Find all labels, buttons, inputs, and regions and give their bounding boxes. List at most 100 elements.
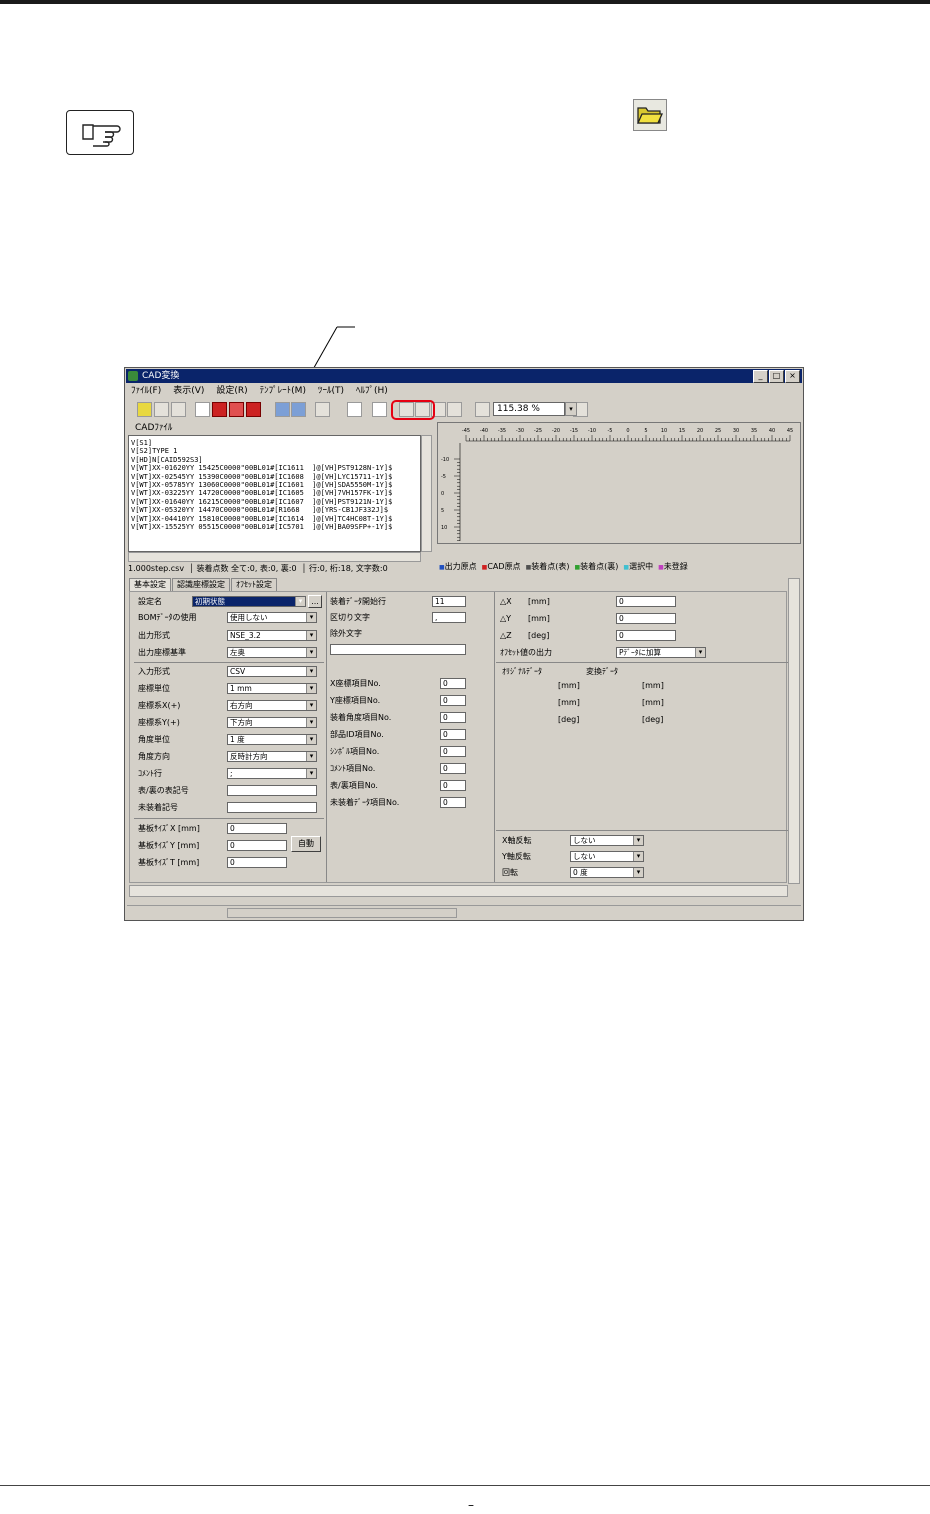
comment-item-input[interactable]: 0 (440, 763, 466, 774)
h-ruler-label: 10 (661, 428, 667, 434)
menu-help[interactable]: ﾍﾙﾌﾟ(H) (356, 384, 388, 398)
tab-basic[interactable]: 基本設定 (129, 578, 171, 591)
exclude-input[interactable] (330, 644, 466, 655)
open-icon[interactable] (137, 402, 152, 417)
auto-button[interactable]: 自動 (291, 836, 321, 852)
h-ruler-label: 20 (697, 428, 703, 434)
app-icon (128, 371, 138, 381)
cad-line: V[WT]XX-01640YY 16215C0000"00BL01#[IC160… (131, 497, 393, 506)
zoom-minus-icon[interactable] (475, 402, 490, 417)
angle-unit-select[interactable]: 1 度 (227, 734, 317, 745)
cad-status-line: 1.000step.csv │ 装着点数 全て:0, 表:0, 裏:0 │ 行:… (128, 564, 388, 573)
board-view-panel[interactable]: -45 -40 -35 -30 -25 -20 -15 -10 -5 0 5 10 15 20 25 30 35… (437, 422, 801, 544)
table-icon[interactable] (315, 402, 330, 417)
minimize-button[interactable]: _ (753, 370, 768, 383)
coord-unit-select[interactable]: 1 mm (227, 683, 317, 694)
menu-view[interactable]: 表示(V) (173, 384, 204, 398)
setting-name-select[interactable]: 初期状態 (192, 596, 306, 607)
legend-item: ■選択中 (623, 562, 654, 571)
start-line-label: 装着ﾃﾞｰﾀ開始行 (330, 597, 386, 606)
toolbar (127, 400, 801, 420)
fb-item-input[interactable]: 0 (440, 780, 466, 791)
angle-item-input[interactable]: 0 (440, 712, 466, 723)
part-id-input[interactable]: 0 (440, 729, 466, 740)
y-item-label: Y座標項目No. (330, 696, 381, 705)
pointer-icon[interactable] (347, 402, 362, 417)
v-ruler-label: -10 (441, 457, 449, 463)
symbol-item-input[interactable]: 0 (440, 746, 466, 757)
dx-unit: [mm] (528, 597, 550, 606)
setting-name-label: 設定名 (138, 597, 162, 606)
output-format-select[interactable]: NSE_3.2 (227, 630, 317, 641)
maximize-button[interactable]: □ (769, 370, 784, 383)
output-coord-select[interactable]: 左奥 (227, 647, 317, 658)
front-side-icon[interactable] (275, 402, 290, 417)
output-coord-label: 出力座標基準 (138, 648, 186, 657)
y-item-input[interactable]: 0 (440, 695, 466, 706)
menu-file[interactable]: ﾌｧｲﾙ(F) (131, 384, 161, 398)
save-icon[interactable] (154, 402, 169, 417)
cad-file-text[interactable]: V[S1] V[S2]TYPE 1 V[HD]N[CAID592S3] V[WT]XX… (128, 435, 421, 552)
red-view-icon[interactable] (212, 402, 227, 417)
tab-recognition[interactable]: 認識座標設定 (172, 578, 230, 591)
h-ruler-label: -10 (588, 428, 596, 434)
legend-item: ■装着点(表) (525, 562, 570, 571)
dy-input[interactable]: 0 (616, 613, 676, 624)
coord-y-select[interactable]: 下方向 (227, 717, 317, 728)
y-flip-select[interactable]: しない (570, 851, 644, 862)
board-view-icon[interactable] (246, 402, 261, 417)
h-ruler-label: 40 (769, 428, 775, 434)
form-horizontal-scrollbar[interactable] (129, 885, 788, 897)
bottom-rule (0, 1485, 930, 1486)
legend-item: ■装着点(裏) (574, 562, 619, 571)
bom-select[interactable]: 使用しない (227, 612, 317, 623)
split-view-icon[interactable] (229, 402, 244, 417)
unmounted-item-input[interactable]: 0 (440, 797, 466, 808)
offset-output-select[interactable]: Pﾃﾞｰﾀに加算 (616, 647, 706, 658)
hand-icon[interactable] (372, 402, 387, 417)
angle-item-label: 装着角度項目No. (330, 713, 392, 722)
cad-line: V[WT]XX-04410YY 15810C0000"00BL01#[IC161… (131, 514, 393, 523)
board-x-input[interactable]: 0 (227, 823, 287, 834)
v-ruler-label: -5 (441, 474, 446, 480)
browse-button[interactable]: ... (308, 595, 322, 608)
orig-unit-3: [deg] (558, 715, 580, 724)
back-side-icon[interactable] (291, 402, 306, 417)
dz-input[interactable]: 0 (616, 630, 676, 641)
angle-dir-select[interactable]: 反時計方向 (227, 751, 317, 762)
cad-vertical-scrollbar[interactable] (421, 435, 432, 552)
print-icon[interactable] (171, 402, 186, 417)
menu-template[interactable]: ﾃﾝﾌﾟﾚｰﾄ(M) (260, 384, 306, 398)
menu-settings[interactable]: 設定(R) (216, 384, 247, 398)
status-position: 行:0, 桁:18, 文字数:0 (309, 564, 388, 573)
menu-bar: ﾌｧｲﾙ(F) 表示(V) 設定(R) ﾃﾝﾌﾟﾚｰﾄ(M) ﾂｰﾙ(T) ﾍﾙ… (127, 384, 801, 398)
dx-input[interactable]: 0 (616, 596, 676, 607)
start-line-input[interactable]: 11 (432, 596, 466, 607)
new-page-icon[interactable] (195, 402, 210, 417)
zoom-input[interactable]: 115.38 % (493, 402, 565, 416)
unmounted-input[interactable] (227, 802, 317, 813)
cad-line: V[S2]TYPE 1 (131, 447, 178, 456)
tab-offset[interactable]: ｵﾌｾｯﾄ設定 (231, 578, 277, 591)
input-format-select[interactable]: CSV (227, 666, 317, 677)
x-flip-select[interactable]: しない (570, 835, 644, 846)
front-back-input[interactable] (227, 785, 317, 796)
comment-select[interactable]: ; (227, 768, 317, 779)
bom-label: BOMﾃﾞｰﾀの使用 (138, 613, 197, 622)
x-flip-label: X軸反転 (502, 836, 532, 845)
rotate-select[interactable]: 0 度 (570, 867, 644, 878)
zoom-reset-icon[interactable] (447, 402, 462, 417)
x-item-input[interactable]: 0 (440, 678, 466, 689)
delimiter-input[interactable]: , (432, 612, 466, 623)
coord-x-select[interactable]: 右方向 (227, 700, 317, 711)
form-vertical-scrollbar[interactable] (788, 578, 800, 884)
zoom-dropdown-icon[interactable]: ▾ (565, 402, 577, 416)
callout-line (289, 326, 355, 411)
close-button[interactable]: × (785, 370, 800, 383)
angle-unit-label: 角度単位 (138, 735, 170, 744)
board-y-input[interactable]: 0 (227, 840, 287, 851)
menu-tools[interactable]: ﾂｰﾙ(T) (318, 384, 344, 398)
v-ruler-label: 10 (441, 525, 447, 531)
board-t-input[interactable]: 0 (227, 857, 287, 868)
cad-horizontal-scrollbar[interactable] (128, 552, 421, 562)
